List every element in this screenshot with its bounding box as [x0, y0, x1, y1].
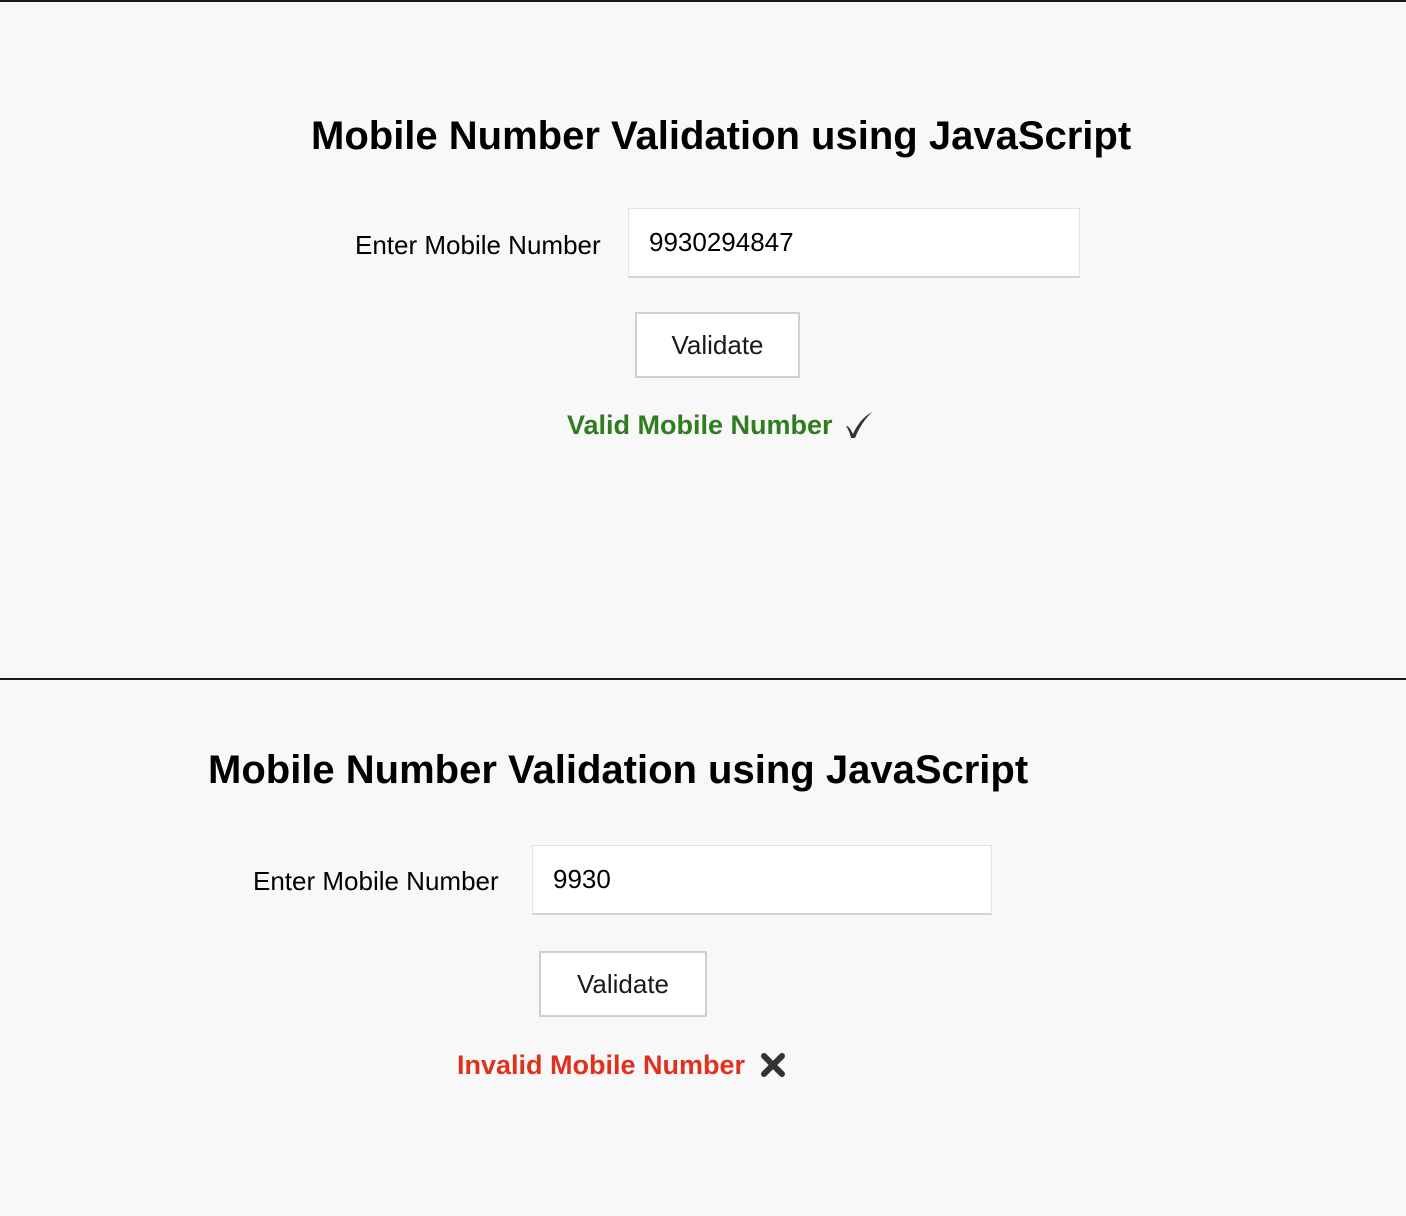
mobile-number-input[interactable]: [628, 208, 1080, 278]
cross-icon: [761, 1053, 786, 1077]
mobile-number-label: Enter Mobile Number: [253, 866, 499, 896]
result-text: Invalid Mobile Number: [457, 1050, 746, 1080]
page-title: Mobile Number Validation using JavaScrip…: [208, 748, 1029, 792]
result-text: Valid Mobile Number: [567, 410, 833, 440]
validation-result-message: Invalid Mobile Number: [457, 1048, 789, 1082]
validation-result-message: Valid Mobile Number: [567, 408, 875, 442]
validate-button[interactable]: Validate: [635, 312, 800, 378]
validation-panel-invalid: Mobile Number Validation using JavaScrip…: [0, 680, 1406, 1216]
page-title: Mobile Number Validation using JavaScrip…: [311, 114, 1132, 158]
validate-button[interactable]: Validate: [539, 951, 707, 1017]
mobile-number-label: Enter Mobile Number: [355, 230, 601, 260]
mobile-number-input[interactable]: [532, 845, 992, 915]
checkmark-icon: [845, 412, 872, 438]
validation-panel-valid: Mobile Number Validation using JavaScrip…: [0, 0, 1406, 678]
